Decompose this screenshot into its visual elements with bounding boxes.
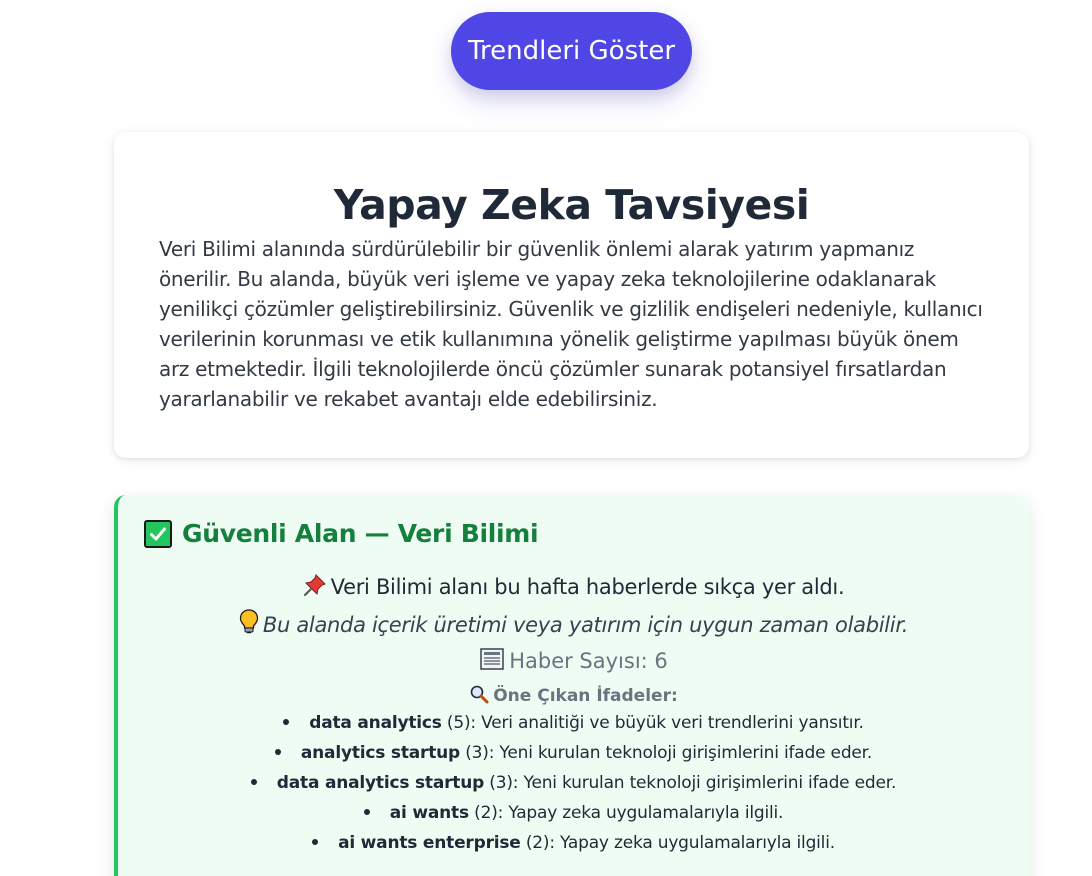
phrase-list: data analytics (5): Veri analitiği ve bü… — [118, 708, 1029, 858]
list-item: analytics startup (3): Yeni kurulan tekn… — [118, 738, 1029, 768]
lightbulb-icon — [239, 609, 259, 640]
phrase-count: (2) — [525, 833, 550, 853]
show-trends-button[interactable]: Trendleri Göster — [451, 12, 692, 90]
page: Trendleri Göster Yapay Zeka Tavsiyesi Ve… — [0, 0, 1092, 876]
magnifier-icon — [469, 684, 489, 709]
bullet — [274, 749, 281, 755]
list-item: data analytics startup (3): Yeni kurulan… — [118, 768, 1029, 798]
news-count-line: Haber Sayısı: 6 — [118, 647, 1029, 676]
phrase-term: ai wants enterprise — [338, 833, 521, 853]
bullet — [250, 779, 257, 785]
tip-line: Bu alanda içerik üretimi veya yatırım iç… — [118, 609, 1029, 640]
phrase-desc: : Yapay zeka uygulamalarıyla ilgili. — [549, 833, 835, 853]
safe-area-card: Güvenli Alan — Veri Bilimi Veri Bilimi a… — [114, 495, 1029, 876]
advice-title: Yapay Zeka Tavsiyesi — [333, 181, 810, 229]
list-item: ai wants enterprise (2): Yapay zeka uygu… — [118, 828, 1029, 858]
phrase-count: (3) — [489, 773, 513, 793]
advice-text: Veri Bilimi alanında sürdürülebilir bir … — [159, 237, 983, 411]
pushpin-icon — [303, 573, 327, 602]
phrase-desc: : Yeni kurulan teknoloji girişimlerini i… — [488, 743, 873, 763]
bullet — [283, 719, 290, 725]
bullet — [363, 809, 370, 815]
phrase-term: data analytics — [309, 713, 442, 733]
list-item: data analytics (5): Veri analitiği ve bü… — [118, 708, 1029, 738]
phrase-count: (2) — [474, 803, 498, 823]
phrase-desc: : Yapay zeka uygulamalarıyla ilgili. — [497, 803, 784, 823]
phrases-heading-text: Öne Çıkan İfadeler: — [493, 686, 678, 706]
bullet — [312, 839, 319, 845]
phrase-desc: : Yeni kurulan teknoloji girişimlerini i… — [512, 773, 897, 793]
check-icon — [144, 519, 172, 548]
phrase-term: analytics startup — [300, 743, 460, 763]
safe-area-title: Güvenli Alan — Veri Bilimi — [182, 519, 539, 548]
phrase-count: (5) — [446, 713, 471, 733]
tip-line-text: Bu alanda içerik üretimi veya yatırım iç… — [262, 613, 909, 637]
phrase-term: ai wants — [389, 803, 469, 823]
safe-area-header: Güvenli Alan — Veri Bilimi — [144, 519, 539, 548]
list-item: ai wants (2): Yapay zeka uygulamalarıyla… — [118, 798, 1029, 828]
news-count-text: Haber Sayısı: 6 — [509, 649, 668, 673]
phrase-count: (3) — [465, 743, 489, 763]
phrase-desc: : Veri analitiği ve büyük veri trendleri… — [470, 713, 864, 733]
ai-advice-card: Yapay Zeka Tavsiyesi Veri Bilimi alanınd… — [114, 132, 1029, 458]
news-line: Veri Bilimi alanı bu hafta haberlerde sı… — [118, 573, 1029, 602]
newspaper-icon — [479, 647, 505, 676]
news-line-text: Veri Bilimi alanı bu hafta haberlerde sı… — [330, 575, 845, 599]
phrase-term: data analytics startup — [276, 773, 485, 793]
phrases-heading: Öne Çıkan İfadeler: — [118, 684, 1029, 709]
